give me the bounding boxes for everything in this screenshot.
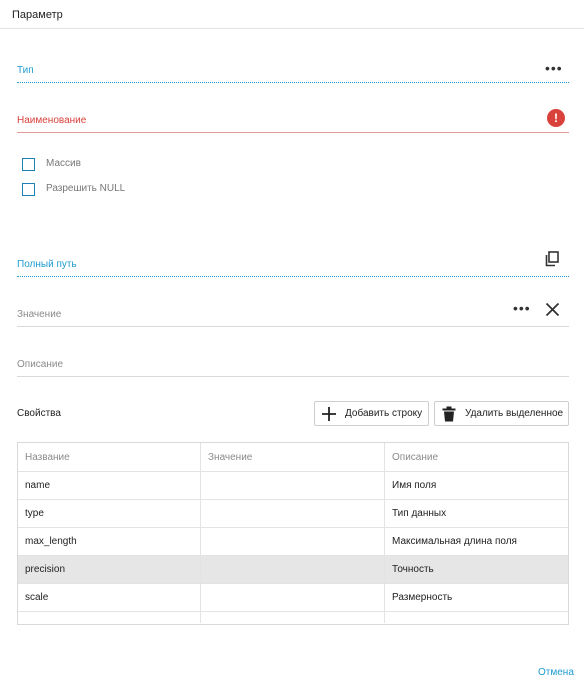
cell-name[interactable]: precision bbox=[18, 556, 201, 583]
cell-empty bbox=[18, 612, 201, 623]
cell-value[interactable] bbox=[201, 584, 385, 611]
dialog-title: Параметр bbox=[12, 9, 63, 21]
cell-description[interactable]: Тип данных bbox=[385, 500, 568, 527]
array-checkbox[interactable] bbox=[22, 158, 35, 171]
type-field-label: Тип bbox=[17, 65, 34, 76]
cell-description[interactable]: Точность bbox=[385, 556, 568, 583]
table-row-empty bbox=[18, 612, 568, 623]
cell-value[interactable] bbox=[201, 556, 385, 583]
table-row[interactable]: max_length Максимальная длина поля bbox=[18, 528, 568, 556]
copy-icon[interactable] bbox=[545, 251, 559, 267]
name-field[interactable] bbox=[17, 132, 569, 133]
column-header-name[interactable]: Название bbox=[18, 443, 201, 471]
cell-description[interactable]: Размерность bbox=[385, 584, 568, 611]
value-more-icon[interactable]: ••• bbox=[513, 301, 531, 315]
cell-empty bbox=[385, 612, 568, 623]
close-icon[interactable] bbox=[545, 302, 560, 317]
table-row[interactable]: name Имя поля bbox=[18, 472, 568, 500]
allow-null-checkbox-label: Разрешить NULL bbox=[46, 183, 126, 194]
cell-value[interactable] bbox=[201, 528, 385, 555]
name-field-label: Наименование bbox=[17, 115, 87, 126]
column-header-value[interactable]: Значение bbox=[201, 443, 385, 471]
full-path-field[interactable] bbox=[17, 276, 569, 277]
description-field[interactable] bbox=[17, 376, 569, 377]
cell-value[interactable] bbox=[201, 500, 385, 527]
cell-description[interactable]: Максимальная длина поля bbox=[385, 528, 568, 555]
cell-value[interactable] bbox=[201, 472, 385, 499]
cell-name[interactable]: name bbox=[18, 472, 201, 499]
add-row-button[interactable]: Добавить строку bbox=[314, 401, 429, 426]
delete-selected-button[interactable]: Удалить выделенное bbox=[434, 401, 569, 426]
cancel-button[interactable]: Отмена bbox=[538, 667, 574, 678]
description-field-label: Описание bbox=[17, 359, 64, 370]
cell-name[interactable]: type bbox=[18, 500, 201, 527]
table-row[interactable]: scale Размерность bbox=[18, 584, 568, 612]
type-field[interactable] bbox=[17, 82, 569, 83]
table-row[interactable]: type Тип данных bbox=[18, 500, 568, 528]
column-header-description[interactable]: Описание bbox=[385, 443, 568, 471]
array-checkbox-label: Массив bbox=[46, 158, 81, 169]
value-field[interactable] bbox=[17, 326, 569, 327]
more-icon[interactable]: ••• bbox=[545, 61, 563, 75]
trash-icon bbox=[442, 406, 456, 422]
add-row-button-label: Добавить строку bbox=[345, 408, 423, 419]
table-header: Название Значение Описание bbox=[18, 443, 568, 472]
full-path-field-label: Полный путь bbox=[17, 259, 77, 270]
cell-empty bbox=[201, 612, 385, 623]
cell-name[interactable]: max_length bbox=[18, 528, 201, 555]
delete-selected-button-label: Удалить выделенное bbox=[465, 408, 564, 419]
dialog-header: Параметр bbox=[0, 0, 584, 29]
cell-description[interactable]: Имя поля bbox=[385, 472, 568, 499]
cell-name[interactable]: scale bbox=[18, 584, 201, 611]
error-icon: ! bbox=[547, 109, 565, 127]
allow-null-checkbox[interactable] bbox=[22, 183, 35, 196]
plus-icon bbox=[322, 407, 336, 421]
properties-table: Название Значение Описание name Имя поля… bbox=[17, 442, 569, 625]
value-field-label: Значение bbox=[17, 309, 62, 320]
table-row-selected[interactable]: precision Точность bbox=[18, 556, 568, 584]
properties-label: Свойства bbox=[17, 408, 61, 419]
